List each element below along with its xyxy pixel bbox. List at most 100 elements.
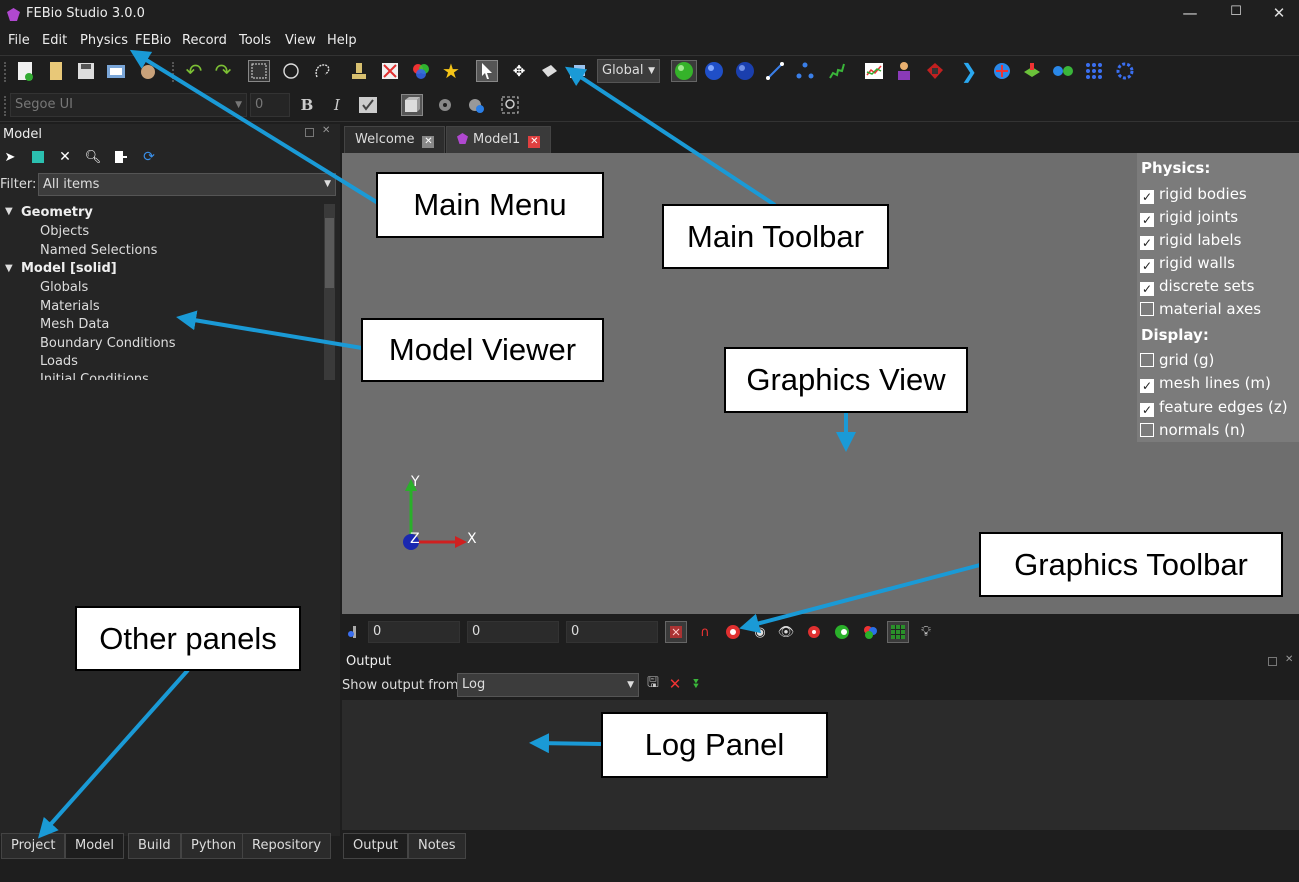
- checkbox[interactable]: ✓: [1140, 213, 1154, 227]
- move-icon[interactable]: ✥: [508, 60, 530, 82]
- eye-icon[interactable]: 👁︎: [775, 621, 797, 643]
- mesh-toggle-icon[interactable]: [665, 621, 687, 643]
- tab-python[interactable]: Python: [181, 833, 247, 859]
- tree-item-initial-conditions[interactable]: Initial Conditions: [40, 372, 149, 380]
- arrow-icon[interactable]: ❯: [958, 59, 980, 83]
- sphere-blue-icon[interactable]: [703, 60, 725, 82]
- tree-item-globals[interactable]: Globals: [40, 280, 88, 295]
- sphere-green-icon[interactable]: [671, 60, 697, 82]
- checkbox[interactable]: ✓: [1140, 403, 1154, 417]
- tab-output[interactable]: Output: [343, 833, 409, 859]
- menu-tools[interactable]: Tools: [239, 33, 271, 48]
- redo-icon[interactable]: ↷: [212, 59, 234, 83]
- coord-system-select[interactable]: Global ▼: [597, 59, 660, 83]
- option-normals[interactable]: normals (n): [1140, 421, 1245, 439]
- plane-icon[interactable]: [1021, 60, 1043, 82]
- maximize-button[interactable]: ☐: [1216, 4, 1256, 26]
- search-icon[interactable]: 🔍︎: [83, 146, 103, 168]
- hide-icon[interactable]: ◉: [749, 621, 771, 643]
- tab-notes[interactable]: Notes: [408, 833, 466, 859]
- italic-button[interactable]: I: [326, 94, 348, 116]
- checkbox[interactable]: [1140, 423, 1154, 437]
- export-icon[interactable]: [110, 146, 130, 168]
- tab-build[interactable]: Build: [128, 833, 181, 859]
- select-arrow-icon[interactable]: [476, 60, 498, 82]
- scroll-down-icon[interactable]: ⏬︎: [687, 673, 707, 695]
- stamp-cancel-icon[interactable]: [379, 60, 401, 82]
- close-panel-icon[interactable]: ✕: [322, 125, 330, 136]
- magnet-icon[interactable]: ∩: [694, 621, 716, 643]
- expand-icon[interactable]: ▼: [5, 263, 13, 274]
- lightbulb-icon[interactable]: 💡︎: [915, 621, 937, 643]
- hand-icon[interactable]: [137, 60, 159, 82]
- color-toggle-icon[interactable]: [831, 621, 853, 643]
- save-icon[interactable]: [75, 60, 97, 82]
- close-tab-icon[interactable]: ✕: [422, 136, 435, 148]
- tab-model1[interactable]: Model1 ✕: [446, 126, 552, 153]
- stamp-red-icon[interactable]: [924, 60, 946, 82]
- minimize-button[interactable]: —: [1170, 4, 1210, 26]
- save-log-icon[interactable]: 🖫︎: [643, 673, 663, 695]
- menu-febio[interactable]: FEBio: [135, 33, 171, 48]
- font-size-spinner[interactable]: 0: [250, 93, 290, 117]
- checkbox[interactable]: ✓: [1140, 190, 1154, 204]
- checkbox[interactable]: ✓: [1140, 379, 1154, 393]
- option-feature-edges[interactable]: ✓ feature edges (z): [1140, 398, 1288, 417]
- snapshot-icon[interactable]: [105, 60, 127, 82]
- option-discrete-sets[interactable]: ✓ discrete sets: [1140, 277, 1254, 296]
- menu-file[interactable]: File: [8, 33, 30, 48]
- tree-item-boundary-conditions[interactable]: Boundary Conditions: [40, 336, 176, 351]
- spring-icon[interactable]: [826, 60, 848, 82]
- line-icon[interactable]: [764, 60, 786, 82]
- show-all-icon[interactable]: [722, 621, 744, 643]
- highlight-icon[interactable]: [28, 146, 48, 168]
- freehand-select-icon[interactable]: [311, 60, 333, 82]
- tab-repository[interactable]: Repository: [242, 833, 332, 859]
- ring-icon[interactable]: [1114, 60, 1136, 82]
- close-panel-icon[interactable]: ✕: [1285, 654, 1293, 665]
- option-rigid-walls[interactable]: ✓ rigid walls: [1140, 254, 1235, 273]
- font-select[interactable]: Segoe UI ▼: [10, 93, 247, 117]
- tree-item-materials[interactable]: Materials: [40, 299, 100, 314]
- link-icon[interactable]: [1052, 60, 1074, 82]
- float-panel-icon[interactable]: [305, 128, 314, 137]
- color-map-icon[interactable]: [410, 60, 432, 82]
- option-rigid-bodies[interactable]: ✓ rigid bodies: [1140, 185, 1247, 204]
- tab-model[interactable]: Model: [65, 833, 125, 859]
- palette-icon[interactable]: [859, 621, 881, 643]
- toolbar-grip[interactable]: [172, 62, 176, 82]
- select-visible-icon[interactable]: [803, 621, 825, 643]
- coord-y-field[interactable]: 0: [467, 621, 559, 643]
- mesh-icon[interactable]: [991, 60, 1013, 82]
- circle-select-icon[interactable]: [280, 60, 302, 82]
- tab-project[interactable]: Project: [1, 833, 66, 859]
- menu-physics[interactable]: Physics: [80, 33, 128, 48]
- menu-record[interactable]: Record: [182, 33, 227, 48]
- delete-icon[interactable]: ✕: [55, 146, 75, 168]
- float-panel-icon[interactable]: [1268, 657, 1277, 666]
- grid-toggle-icon[interactable]: [887, 621, 909, 643]
- toolbar-grip[interactable]: [4, 62, 8, 82]
- chart-icon[interactable]: [863, 60, 885, 82]
- points-icon[interactable]: [794, 60, 816, 82]
- tree-item-loads[interactable]: Loads: [40, 354, 78, 369]
- person-icon[interactable]: [893, 60, 915, 82]
- tree-item-model[interactable]: Model [solid]: [21, 261, 117, 276]
- tree-item-objects[interactable]: Objects: [40, 224, 89, 239]
- checkbox[interactable]: [1140, 353, 1154, 367]
- pivot-icon[interactable]: [344, 621, 362, 643]
- new-file-icon[interactable]: [14, 60, 36, 82]
- undo-icon[interactable]: ↶: [183, 59, 205, 83]
- rotate-icon[interactable]: [538, 60, 560, 82]
- option-mesh-lines[interactable]: ✓ mesh lines (m): [1140, 374, 1271, 393]
- tree-item-mesh-data[interactable]: Mesh Data: [40, 317, 109, 332]
- cube-blue-icon[interactable]: [734, 60, 756, 82]
- expand-icon[interactable]: ▼: [5, 206, 13, 217]
- tab-welcome[interactable]: Welcome ✕: [344, 126, 446, 153]
- menu-view[interactable]: View: [285, 33, 316, 48]
- option-rigid-labels[interactable]: ✓ rigid labels: [1140, 231, 1241, 250]
- output-source-select[interactable]: Log ▼: [457, 673, 639, 697]
- stamp-icon[interactable]: [348, 60, 370, 82]
- tree-item-geometry[interactable]: Geometry: [21, 205, 93, 220]
- close-button[interactable]: ✕: [1259, 4, 1299, 26]
